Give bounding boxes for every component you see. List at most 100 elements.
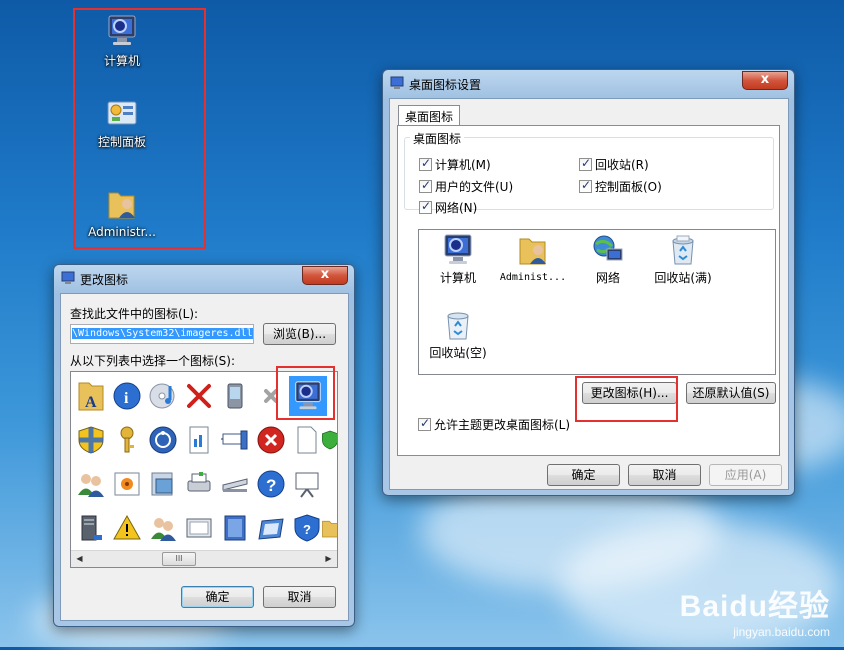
users-icon — [78, 474, 104, 497]
checkbox-box[interactable] — [419, 199, 432, 214]
icon-option[interactable] — [109, 464, 145, 504]
info-icon: i — [113, 382, 141, 410]
icon-option[interactable] — [181, 508, 217, 548]
folder-font-icon: A — [78, 382, 104, 411]
checkbox-control-panel[interactable]: 控制面板(O) — [579, 178, 662, 195]
icon-option[interactable] — [145, 420, 181, 460]
ok-button[interactable]: 确定 — [181, 586, 254, 608]
scroll-thumb[interactable]: III — [162, 552, 196, 566]
checkbox-network[interactable]: 网络(N) — [419, 199, 477, 216]
icon-option[interactable]: ? — [289, 508, 325, 548]
preview-item-recycle-bin-full[interactable]: 回收站(满) — [641, 233, 725, 286]
icon-option[interactable] — [109, 420, 145, 460]
checkbox-box[interactable] — [419, 156, 432, 171]
icon-option[interactable]: A — [73, 376, 109, 416]
icon-list-label: 从以下列表中选择一个图标(S): — [70, 354, 236, 368]
checkbox-user-files[interactable]: 用户的文件(U) — [419, 178, 513, 195]
horizontal-scrollbar[interactable]: ◀ III ▶ — [71, 550, 337, 567]
icon-option[interactable] — [253, 420, 289, 460]
icon-option[interactable] — [289, 464, 325, 504]
icon-option[interactable] — [217, 376, 253, 416]
watermark-logo: Baidu经验 — [679, 590, 830, 623]
checkbox-box[interactable] — [579, 178, 592, 193]
window-frame-icon — [186, 518, 212, 538]
ok-button[interactable]: 确定 — [547, 464, 620, 486]
window-icon — [390, 76, 404, 89]
preview-item-recycle-bin-empty[interactable]: 回收站(空) — [416, 308, 500, 361]
icon-option[interactable] — [145, 464, 181, 504]
icon-option[interactable] — [73, 464, 109, 504]
frame-icon — [258, 518, 284, 540]
icon-preview-list[interactable]: 计算机 Administ... 网络 回收站(满) 回收站(空) — [418, 229, 776, 375]
checkbox-computer[interactable]: 计算机(M) — [419, 156, 491, 173]
icon-option[interactable] — [181, 376, 217, 416]
scroll-left-arrow[interactable]: ◀ — [71, 551, 88, 567]
group-title: 桌面图标 — [410, 130, 465, 147]
close-button[interactable]: x — [742, 71, 788, 90]
cd-music-icon — [149, 383, 175, 409]
icon-option[interactable] — [145, 508, 181, 548]
title-bar[interactable]: 更改图标 x — [54, 265, 354, 293]
checkbox-box[interactable] — [418, 416, 431, 431]
dialog-body: 桌面图标 桌面图标 计算机(M) 回收站(R) 用户的文件(U) 控制面板(O)… — [389, 98, 789, 490]
preview-label: 网络 — [595, 271, 620, 285]
title-bar[interactable]: 桌面图标设置 x — [383, 70, 794, 98]
photo-folder-icon — [151, 472, 173, 496]
svg-text:A: A — [85, 394, 97, 411]
icon-option[interactable] — [321, 508, 337, 548]
presentation-icon — [295, 472, 319, 498]
close-button[interactable]: x — [302, 266, 348, 285]
window-title: 桌面图标设置 — [409, 78, 482, 92]
recycle-bin-empty-icon — [447, 312, 469, 340]
icon-option[interactable] — [73, 508, 109, 548]
dialog-body: 查找此文件中的图标(L): \Windows\System32\imageres… — [60, 293, 349, 621]
preview-label: 回收站(空) — [429, 346, 487, 360]
icon-option[interactable] — [145, 376, 181, 416]
preview-label: 回收站(满) — [654, 271, 712, 285]
blue-window-icon — [224, 515, 246, 541]
checkbox-box[interactable] — [419, 178, 432, 193]
icon-option[interactable]: ? — [253, 464, 289, 504]
icon-file-path-field[interactable]: \Windows\System32\imageres.dll — [70, 324, 254, 344]
checkbox-recycle-bin[interactable]: 回收站(R) — [579, 156, 649, 173]
preview-item-computer[interactable]: 计算机 — [416, 233, 500, 286]
cancel-button[interactable]: 取消 — [628, 464, 701, 486]
checkbox-box[interactable] — [579, 156, 592, 171]
scroll-right-arrow[interactable]: ▶ — [320, 551, 337, 567]
pda-icon — [227, 383, 243, 409]
restore-default-button[interactable]: 还原默认值(S) — [686, 382, 776, 404]
icon-option[interactable] — [321, 420, 337, 460]
preview-item-network[interactable]: 网络 — [566, 233, 650, 286]
baidu-watermark: Baidu经验 jingyan.baidu.com — [680, 581, 830, 639]
icon-option[interactable] — [217, 420, 253, 460]
server-icon — [81, 515, 102, 541]
preview-item-user-folder[interactable]: Administ... — [491, 233, 575, 283]
icon-option[interactable] — [109, 508, 145, 548]
icon-option[interactable] — [217, 464, 253, 504]
apply-button[interactable]: 应用(A) — [709, 464, 782, 486]
preview-label: Administ... — [499, 272, 567, 283]
icon-option[interactable] — [253, 508, 289, 548]
browse-button[interactable]: 浏览(B)... — [263, 323, 336, 345]
icon-option[interactable] — [289, 420, 325, 460]
checkbox-allow-themes[interactable]: 允许主题更改桌面图标(L) — [418, 416, 570, 433]
checkbox-label: 计算机(M) — [435, 158, 491, 172]
search-label: 查找此文件中的图标(L): — [70, 307, 199, 321]
highlight-box-desktop-icons — [73, 8, 206, 249]
icon-option[interactable] — [181, 464, 217, 504]
icon-option[interactable] — [181, 420, 217, 460]
document-chart-icon — [189, 426, 209, 454]
picture-icon — [114, 472, 140, 496]
preview-label: 计算机 — [439, 271, 476, 285]
accessibility-icon — [149, 426, 177, 454]
cancel-button[interactable]: 取消 — [263, 586, 336, 608]
checkbox-label: 网络(N) — [435, 201, 478, 215]
computer-icon — [444, 234, 472, 264]
help-shield-icon: ? — [294, 514, 320, 542]
icon-option[interactable] — [73, 420, 109, 460]
icon-option[interactable] — [217, 508, 253, 548]
icon-option[interactable]: i — [109, 376, 145, 416]
green-shield-icon — [322, 430, 337, 450]
display-settings-icon — [221, 430, 248, 450]
recycle-bin-full-icon — [672, 235, 694, 265]
